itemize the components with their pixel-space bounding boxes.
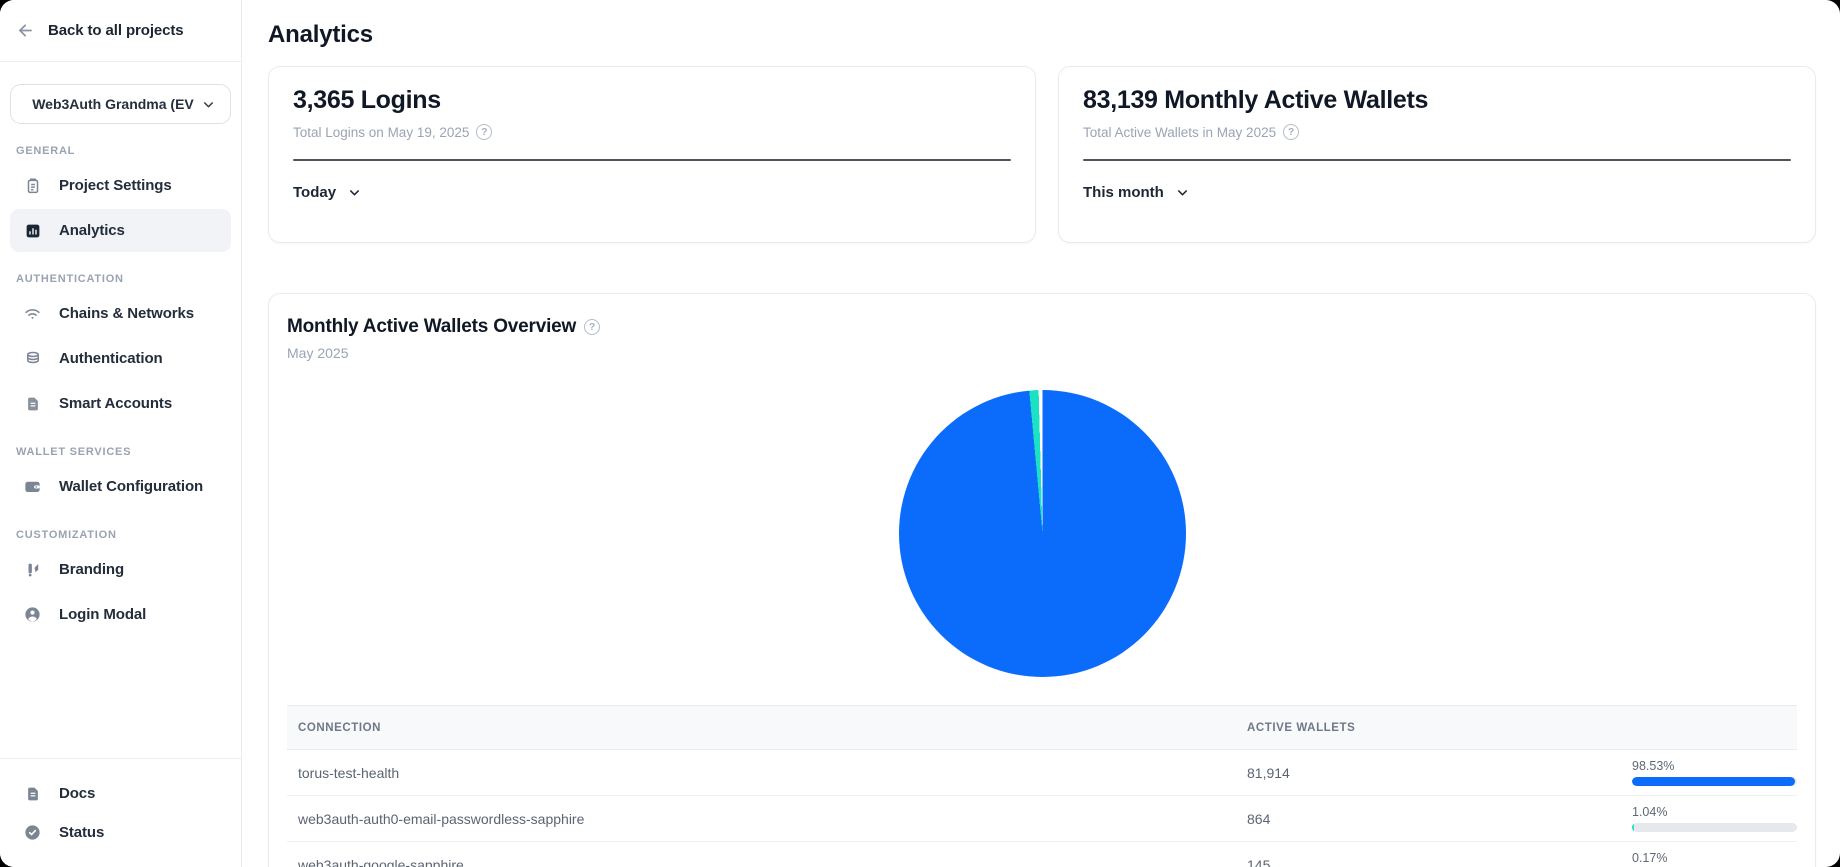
mau-overview-period: May 2025 bbox=[287, 345, 1797, 361]
arrow-left-icon bbox=[16, 21, 35, 40]
table-body: torus-test-health81,91498.53% web3auth-au… bbox=[287, 750, 1797, 867]
divider bbox=[293, 159, 1011, 161]
progress-track bbox=[1632, 823, 1797, 832]
question-circle-icon[interactable]: ? bbox=[584, 319, 600, 335]
logins-stat-subtitle: Total Logins on May 19, 2025 bbox=[293, 125, 469, 140]
sidebar-item-label: Smart Accounts bbox=[59, 395, 172, 412]
active-wallets-cell: 81,914 bbox=[1237, 765, 1632, 781]
progress-fill bbox=[1632, 777, 1795, 786]
percent-label: 1.04% bbox=[1632, 805, 1797, 819]
sidebar-item-label: Authentication bbox=[59, 350, 163, 367]
mau-stat-card: 83,139 Monthly Active Wallets Total Acti… bbox=[1058, 66, 1816, 243]
percent-cell: 1.04% bbox=[1632, 805, 1797, 832]
sidebar-item-authentication[interactable]: Authentication bbox=[10, 337, 231, 380]
sidebar-item-label: Chains & Networks bbox=[59, 305, 194, 322]
active-wallets-column-header: ACTIVE WALLETS bbox=[1237, 722, 1632, 734]
sidebar-section-label: CUSTOMIZATION bbox=[16, 529, 225, 541]
app-window: Back to all projects Web3Auth Grandma (E… bbox=[0, 0, 1840, 867]
sidebar-item-docs[interactable]: Docs bbox=[10, 775, 231, 812]
percent-cell: 98.53% bbox=[1632, 759, 1797, 786]
logins-range-select[interactable]: Today bbox=[293, 184, 362, 201]
sidebar-item-chains-networks[interactable]: Chains & Networks bbox=[10, 292, 231, 335]
sidebar-item-label: Status bbox=[59, 824, 104, 841]
sidebar-item-smart-accounts[interactable]: Smart Accounts bbox=[10, 382, 231, 425]
mau-stat-subtitle: Total Active Wallets in May 2025 bbox=[1083, 125, 1276, 140]
mau-pie-chart bbox=[899, 390, 1186, 677]
active-wallets-cell: 864 bbox=[1237, 811, 1632, 827]
chevron-down-icon bbox=[201, 97, 216, 112]
stat-cards-row: 3,365 Logins Total Logins on May 19, 202… bbox=[268, 66, 1816, 243]
sidebar-nav: GENERAL Project Settings Analytics AUTHENTI… bbox=[10, 124, 231, 638]
doc-icon bbox=[23, 784, 42, 803]
progress-track bbox=[1632, 777, 1797, 786]
table-header-row: CONNECTION ACTIVE WALLETS bbox=[287, 705, 1797, 750]
connection-cell: web3auth-google-sapphire bbox=[287, 857, 1237, 867]
percent-label: 98.53% bbox=[1632, 759, 1797, 773]
divider bbox=[1083, 159, 1791, 161]
chevron-down-icon bbox=[347, 185, 362, 200]
sidebar-item-wallet-configuration[interactable]: Wallet Configuration bbox=[10, 465, 231, 508]
clipboard-icon bbox=[23, 176, 42, 195]
active-wallets-cell: 145 bbox=[1237, 857, 1632, 867]
user-icon bbox=[23, 605, 42, 624]
bar-chart-icon bbox=[23, 221, 42, 240]
wallet-icon bbox=[23, 477, 42, 496]
database-icon bbox=[23, 349, 42, 368]
sidebar-item-project-settings[interactable]: Project Settings bbox=[10, 164, 231, 207]
logins-stat-title: 3,365 Logins bbox=[293, 86, 1011, 115]
table-row: torus-test-health81,91498.53% bbox=[287, 750, 1797, 796]
page-title: Analytics bbox=[268, 21, 1816, 49]
percent-label: 0.17% bbox=[1632, 851, 1797, 865]
sidebar-item-label: Wallet Configuration bbox=[59, 478, 203, 495]
sidebar-item-analytics[interactable]: Analytics bbox=[10, 209, 231, 252]
connection-cell: torus-test-health bbox=[287, 765, 1237, 781]
sidebar: Back to all projects Web3Auth Grandma (E… bbox=[0, 0, 242, 867]
mau-range-label: This month bbox=[1083, 184, 1164, 201]
sidebar-section-label: GENERAL bbox=[16, 145, 225, 157]
sidebar-item-branding[interactable]: Branding bbox=[10, 548, 231, 591]
back-to-projects-label: Back to all projects bbox=[48, 22, 184, 39]
sidebar-item-label: Project Settings bbox=[59, 177, 172, 194]
sidebar-item-login-modal[interactable]: Login Modal bbox=[10, 593, 231, 636]
sidebar-footer: Docs Status bbox=[0, 758, 241, 867]
wifi-icon bbox=[23, 304, 42, 323]
question-circle-icon[interactable]: ? bbox=[1283, 124, 1299, 140]
project-selector[interactable]: Web3Auth Grandma (EV bbox=[10, 84, 231, 124]
back-to-projects-button[interactable]: Back to all projects bbox=[0, 0, 241, 62]
check-circle-icon bbox=[23, 823, 42, 842]
project-selector-value: Web3Auth Grandma (EV bbox=[25, 96, 201, 112]
mau-overview-card: Monthly Active Wallets Overview ? May 20… bbox=[268, 293, 1816, 867]
question-circle-icon[interactable]: ? bbox=[476, 124, 492, 140]
percent-cell: 0.17% bbox=[1632, 851, 1797, 867]
mau-overview-title: Monthly Active Wallets Overview bbox=[287, 316, 576, 338]
connection-column-header: CONNECTION bbox=[287, 722, 1237, 734]
main-content: Analytics 3,365 Logins Total Logins on M… bbox=[242, 0, 1840, 867]
table-row: web3auth-auth0-email-passwordless-sapphi… bbox=[287, 796, 1797, 842]
brush-icon bbox=[23, 560, 42, 579]
logins-stat-card: 3,365 Logins Total Logins on May 19, 202… bbox=[268, 66, 1036, 243]
file-icon bbox=[23, 394, 42, 413]
logins-range-label: Today bbox=[293, 184, 336, 201]
sidebar-item-status[interactable]: Status bbox=[10, 814, 231, 851]
mau-stat-title: 83,139 Monthly Active Wallets bbox=[1083, 86, 1791, 115]
sidebar-item-label: Docs bbox=[59, 785, 95, 802]
sidebar-section-label: AUTHENTICATION bbox=[16, 273, 225, 285]
sidebar-item-label: Analytics bbox=[59, 222, 125, 239]
sidebar-item-label: Login Modal bbox=[59, 606, 146, 623]
chevron-down-icon bbox=[1175, 185, 1190, 200]
connections-table: CONNECTION ACTIVE WALLETS torus-test-hea… bbox=[287, 705, 1797, 867]
mau-range-select[interactable]: This month bbox=[1083, 184, 1190, 201]
sidebar-section-label: WALLET SERVICES bbox=[16, 446, 225, 458]
table-row: web3auth-google-sapphire1450.17% bbox=[287, 842, 1797, 867]
progress-fill bbox=[1632, 823, 1634, 832]
connection-cell: web3auth-auth0-email-passwordless-sapphi… bbox=[287, 811, 1237, 827]
sidebar-item-label: Branding bbox=[59, 561, 124, 578]
